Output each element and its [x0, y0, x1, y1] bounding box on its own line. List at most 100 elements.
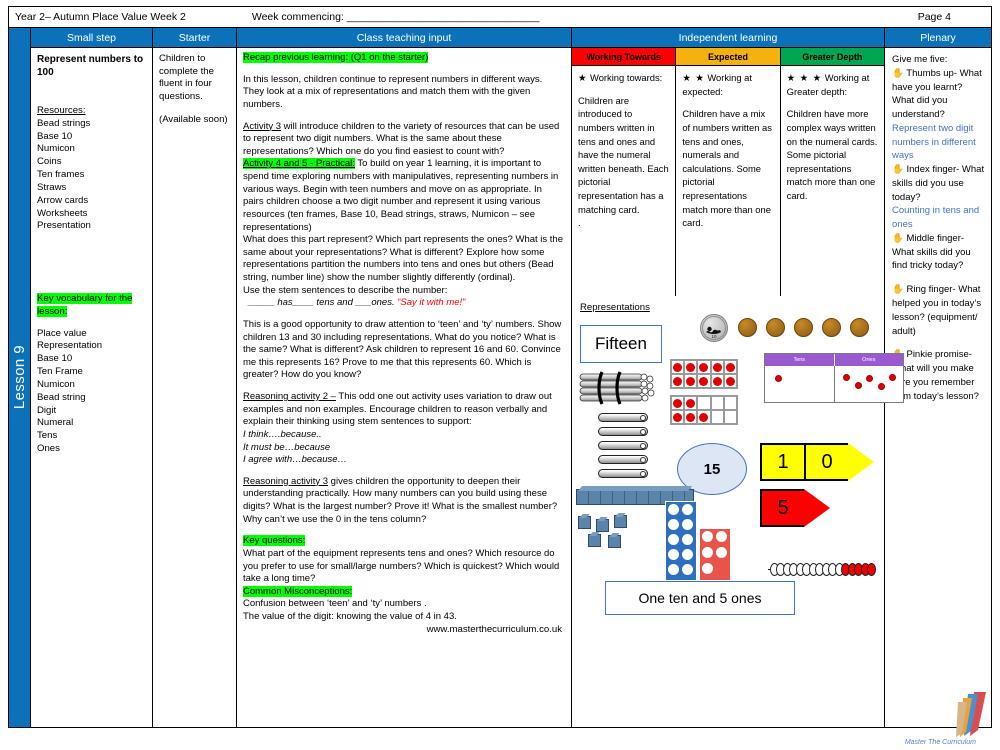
hand-icon: ✋: [892, 164, 904, 176]
ten-frame-cell: [710, 360, 724, 374]
place-value-tens-label: Tens: [765, 354, 835, 366]
column-starter: Starter Children to complete the fluent …: [153, 28, 237, 727]
column-header-class-teaching: Class teaching input: [237, 28, 571, 48]
numicon-hole: [681, 564, 693, 575]
list-item: Representation: [37, 340, 103, 352]
lesson-plan-page: Year 2– Autumn Place Value Week 2 Week c…: [0, 0, 1000, 750]
plenary-item-answer: Counting in tens and ones: [892, 205, 980, 231]
list-item: Ten frames: [37, 169, 85, 181]
plenary-item-label: Middle finger- What skills did you find …: [892, 232, 971, 272]
counter-dot-icon: [699, 412, 709, 422]
ten-frame-cell: [723, 396, 737, 410]
arrow-card-five: 5: [760, 489, 830, 527]
band-header-expected: Expected: [676, 48, 781, 65]
key-questions-heading: Key questions:: [243, 535, 306, 547]
counter-dot-icon: [725, 362, 735, 372]
word-card-fifteen: Fifteen: [580, 325, 662, 363]
column-header-small-step: Small step: [31, 28, 152, 48]
stem-option: I think….because..: [243, 428, 322, 440]
numicon-hole: [702, 547, 713, 558]
starter-task: Children to complete the fluent in four …: [159, 53, 214, 102]
base-ten-cube-icon: [578, 516, 591, 529]
key-questions-text: What part of the equipment represents te…: [243, 547, 560, 585]
numicon-hole: [668, 549, 679, 560]
straw-icon: [598, 469, 648, 478]
numicon-hole: [702, 563, 713, 574]
list-item: Numeral: [37, 417, 74, 429]
star-rating-icon: ★ ★: [682, 72, 705, 83]
star-rating-icon: ★: [578, 72, 588, 83]
base-ten-cube-icon: [614, 515, 627, 528]
teaching-questions: What does this part represent? Which par…: [243, 234, 563, 283]
plenary-item-answer: Represent two digit numbers in different…: [892, 122, 976, 162]
reasoning-2-paragraph: Reasoning activity 2 – This odd one out …: [243, 391, 564, 429]
arrow-card-tip: [848, 443, 874, 481]
counter-dot-icon: [673, 376, 683, 386]
resources-list: Bead strings Base 10 Numicon Coins Ten f…: [37, 118, 147, 234]
numicon-hole: [681, 504, 693, 515]
numicon-hole: [668, 534, 679, 545]
column-header-starter: Starter: [153, 28, 236, 48]
counter-dot-icon: [725, 376, 735, 386]
lesson-intro: In this lesson, children continue to rep…: [243, 73, 543, 110]
column-header-plenary: Plenary: [885, 28, 991, 48]
arrow-card-digit-0: 0: [804, 443, 848, 481]
straw-icon: [598, 427, 648, 436]
arrow-card-ten: 1 0: [760, 443, 874, 481]
header-week-commencing: Week commencing: _______________________…: [251, 11, 540, 23]
list-item: Ten Frame: [37, 366, 83, 378]
plenary-item-label: Thumbs up- What have you learnt? What di…: [892, 67, 982, 121]
ten-frame-cell: [697, 360, 711, 374]
penny-coin-icon: [822, 318, 841, 337]
penny-coin-icon: [794, 318, 813, 337]
list-item: Digit: [37, 404, 57, 416]
misconception-item: Confusion between ‘teen’ and ‘ty’ number…: [243, 598, 427, 610]
list-item: Numicon: [37, 378, 75, 390]
starter-availability: (Available soon): [159, 113, 228, 125]
stem-say-it: “Say it with me!”: [397, 297, 466, 309]
ten-frame-cell: [684, 374, 698, 388]
straw-icon: [598, 441, 648, 450]
numicon-hole: [715, 547, 727, 558]
ten-frame-cell: [697, 396, 711, 410]
band-header-working-towards: Working Towards: [572, 48, 677, 65]
list-item: Presentation: [37, 220, 91, 232]
plenary-item-label: Index finger- What skills did you use to…: [892, 164, 985, 203]
band-body-working-towards: ★ Working towards: Children are introduc…: [572, 66, 677, 296]
ten-frame-cell: [684, 396, 698, 410]
activity-45-text: To build on year 1 learning, it is impor…: [243, 158, 559, 233]
counter-dot-icon: [673, 412, 683, 422]
ten-frame-cell: [723, 374, 737, 388]
ten-frame-full-icon: [670, 359, 738, 389]
hand-icon: ✋: [892, 67, 904, 79]
lesson-number-tab: Lesson 9: [9, 28, 31, 727]
lesson-number-label: Lesson 9: [11, 345, 28, 410]
plenary-item-label: Ring finger- What helped you in today’s …: [892, 284, 982, 337]
ten-frame-cell: [697, 374, 711, 388]
list-item: Bead strings: [37, 117, 91, 129]
counter-dot-icon: [699, 376, 709, 386]
arrow-card-tip: [804, 489, 830, 527]
stem-option: I agree with…because…: [243, 454, 348, 466]
activity-45-paragraph: Activity 4 and 5 - Practical: To build o…: [243, 158, 564, 234]
ten-frame-cell: [710, 374, 724, 388]
straw-icon: [598, 413, 648, 422]
plenary-item: ✋ Thumbs up- What have you learnt? What …: [892, 67, 985, 122]
band-heading-row: ★ Working towards:: [578, 71, 669, 85]
svg-text:10: 10: [711, 334, 717, 339]
base-ten-cube-icon: [608, 535, 621, 548]
list-item: Arrow cards: [37, 194, 89, 206]
plenary-item: ✋ Middle finger- What skills did you fin…: [892, 232, 985, 273]
resources-heading: Resources:: [37, 105, 86, 116]
place-value-chart-body: [765, 366, 903, 403]
numicon-hole: [668, 519, 679, 530]
numicon-five-icon: [699, 528, 731, 581]
base-ten-cube-icon: [596, 519, 609, 532]
counter-dot-icon: [686, 362, 696, 372]
recap-heading: Recap previous learning: (Q1 on the star…: [243, 52, 429, 63]
band-body-greater-depth: ★ ★ ★ Working at Greater depth: Children…: [781, 66, 884, 296]
list-item: Place value: [37, 327, 87, 339]
document-header: Year 2– Autumn Place Value Week 2 Week c…: [8, 6, 992, 28]
list-item: Coins: [37, 156, 62, 168]
ten-frame-cell: [697, 410, 711, 424]
